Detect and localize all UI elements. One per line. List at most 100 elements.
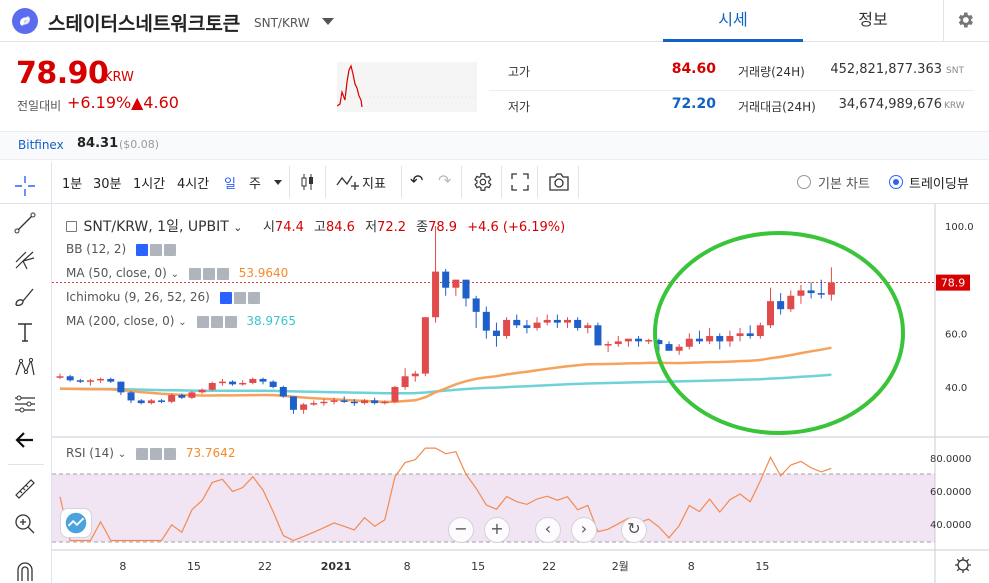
ichimoku-legend[interactable]: Ichimoku (9, 26, 52, 26) (66, 290, 262, 305)
redo-icon[interactable]: ↷ (438, 171, 451, 190)
interval-dropdown-icon[interactable] (274, 180, 282, 185)
scroll-right-button[interactable]: › (571, 517, 597, 543)
trend-line-icon[interactable] (13, 211, 37, 235)
zoom-out-button[interactable]: − (448, 517, 474, 543)
settings-icon[interactable] (210, 316, 223, 328)
chart-settings-icon[interactable] (471, 171, 493, 193)
zoom-in-button[interactable]: + (484, 517, 510, 543)
magnet-icon[interactable] (13, 559, 37, 583)
price-chart[interactable]: 100.0 60.0 40.0 80.0000 60.0000 40.0000 8 15 2… (52, 204, 989, 583)
text-tool-icon[interactable] (13, 320, 37, 344)
interval-1h[interactable]: 1시간 (133, 173, 165, 192)
ma200-icons (196, 315, 239, 329)
ma200-legend[interactable]: MA (200, close, 0) ⌄ 38.9765 (66, 314, 296, 329)
remove-icon[interactable] (216, 268, 229, 280)
bb-legend[interactable]: BB (12, 2) (66, 242, 178, 257)
ichimoku-label: Ichimoku (9, 26, 52, 26) (66, 290, 210, 304)
ma50-legend[interactable]: MA (50, close, 0) ⌄ 53.9640 (66, 266, 288, 281)
candle-body (178, 395, 186, 398)
indicators-icon[interactable] (336, 173, 360, 191)
collapse-legend-icon[interactable] (66, 221, 77, 232)
candle-style-icon[interactable] (299, 173, 317, 191)
stat-low-label: 저가 (508, 100, 531, 114)
visibility-icon[interactable] (136, 448, 148, 460)
tab-price[interactable]: 시세 (663, 0, 803, 42)
interval-30m[interactable]: 30분 (93, 173, 122, 192)
ma200-label: MA (200, close, 0) (66, 314, 175, 328)
visibility-icon[interactable] (219, 292, 232, 304)
candle-body (635, 338, 643, 342)
candle-body (777, 301, 785, 310)
camera-icon[interactable] (548, 172, 570, 192)
candle-body (218, 381, 226, 384)
bb-icons (136, 243, 178, 257)
candle-body (665, 344, 673, 351)
stat-volume-value: 452,821,877.363 (830, 62, 942, 77)
settings-icon[interactable] (233, 292, 246, 304)
fullscreen-icon[interactable] (511, 173, 529, 191)
rsi-legend[interactable]: RSI (14) ⌄ 73.7642 (66, 446, 235, 461)
interval-4h[interactable]: 4시간 (177, 173, 209, 192)
stat-value-unit: KRW (944, 101, 965, 111)
zoom-icon[interactable] (13, 512, 37, 536)
stat-low-value: 72.20 (671, 96, 716, 112)
candle-body (340, 400, 348, 402)
toolbar-divider (537, 166, 538, 198)
brush-icon[interactable] (13, 285, 37, 309)
exchange-name[interactable]: Bitfinex (18, 138, 64, 152)
candle-body (706, 336, 714, 342)
reset-chart-button[interactable]: ↻ (621, 517, 647, 543)
candle-body (675, 346, 683, 351)
visibility-icon[interactable] (136, 244, 149, 256)
coin-dropdown-icon[interactable] (322, 18, 334, 25)
open-label: 시 (262, 220, 275, 235)
remove-icon[interactable] (247, 292, 260, 304)
remove-icon[interactable] (164, 244, 177, 256)
tab-info[interactable]: 정보 (803, 0, 943, 42)
crosshair-icon[interactable] (13, 174, 37, 198)
tradingview-label[interactable]: 트레이딩뷰 (909, 173, 969, 192)
candle-body (86, 380, 94, 382)
settings-icon[interactable] (202, 268, 215, 280)
candle-body (523, 325, 531, 328)
candle-body (645, 340, 653, 342)
tradingview-logo[interactable] (60, 508, 92, 538)
candle-body (56, 376, 64, 378)
ma200-value: 38.9765 (246, 314, 296, 328)
candle-body (614, 341, 622, 345)
indicators-button[interactable]: 지표 (362, 173, 386, 192)
visibility-icon[interactable] (196, 316, 209, 328)
settings-icon[interactable] (150, 448, 162, 460)
interval-1w[interactable]: 주 (249, 173, 261, 192)
candle-body (137, 400, 145, 404)
candle-body (533, 322, 541, 328)
symbol-dropdown-icon[interactable]: ⌄ (233, 221, 242, 234)
settings-icon[interactable] (150, 244, 163, 256)
scroll-left-button[interactable]: ‹ (535, 517, 561, 543)
prediction-tool-icon[interactable] (13, 392, 37, 416)
toolbar-divider (289, 166, 290, 198)
ruler-icon[interactable] (13, 477, 37, 501)
basic-chart-label[interactable]: 기본 차트 (818, 173, 870, 192)
tradingview-radio[interactable] (889, 175, 903, 189)
undo-icon[interactable]: ↶ (410, 171, 423, 190)
interval-1m[interactable]: 1분 (62, 173, 82, 192)
settings-gear-icon[interactable] (955, 10, 975, 30)
high-value: 84.6 (325, 220, 355, 235)
candle-body (117, 381, 125, 393)
remove-icon[interactable] (164, 448, 176, 460)
candle-body (767, 301, 774, 326)
candle-body (289, 396, 297, 410)
candle-body (553, 319, 561, 323)
pattern-tool-icon[interactable] (13, 356, 37, 380)
candle-body (411, 373, 419, 377)
symbol-legend: SNT/KRW, 1일, UPBIT ⌄ 시74.4 고84.6 저72.2 종… (66, 216, 565, 236)
pitchfork-icon[interactable] (13, 248, 37, 272)
interval-1d[interactable]: 일 (224, 173, 236, 192)
remove-icon[interactable] (224, 316, 237, 328)
back-arrow-icon[interactable] (13, 428, 37, 452)
basic-chart-radio[interactable] (797, 175, 811, 189)
visibility-icon[interactable] (188, 268, 201, 280)
open-value: 74.4 (274, 220, 304, 235)
candle-body (462, 279, 470, 299)
